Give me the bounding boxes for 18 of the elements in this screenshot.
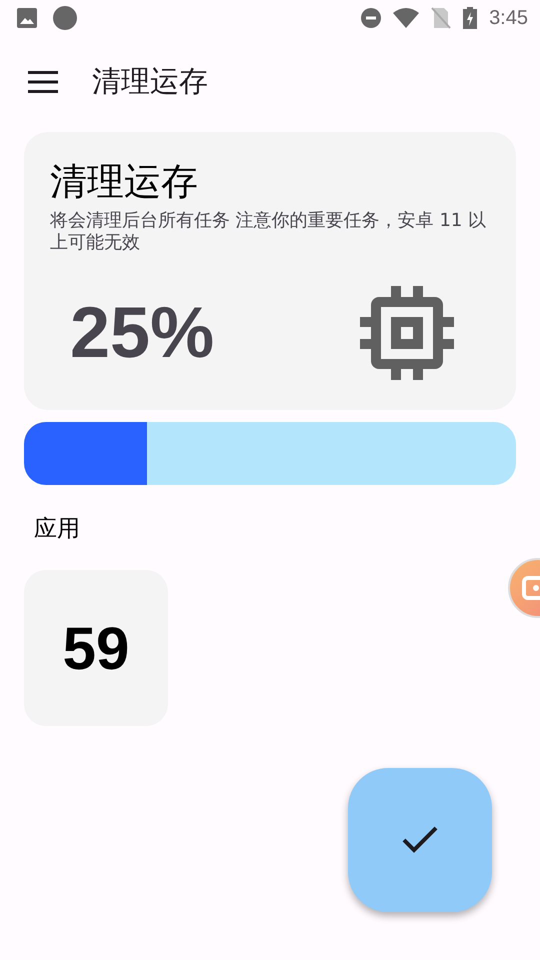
check-icon xyxy=(401,825,439,855)
floating-bubble-icon[interactable] xyxy=(508,558,540,618)
menu-icon[interactable] xyxy=(28,71,58,93)
circle-icon xyxy=(53,6,77,30)
chip-icon xyxy=(360,286,454,380)
no-sim-icon xyxy=(431,7,452,29)
card-description: 将会清理后台所有任务 注意你的重要任务，安卓 11 以上可能无效 xyxy=(50,210,488,254)
battery-charging-icon xyxy=(463,7,478,29)
section-label: 应用 xyxy=(34,515,81,544)
do-not-disturb-icon xyxy=(361,8,382,28)
memory-percent: 25% xyxy=(70,292,214,374)
app-count: 59 xyxy=(62,614,130,682)
clock-time: 3:45 xyxy=(489,6,528,30)
image-icon xyxy=(17,8,37,28)
confirm-button[interactable] xyxy=(348,768,492,912)
card-title: 清理运存 xyxy=(50,159,199,205)
app-title: 清理运存 xyxy=(92,63,208,100)
wifi-icon xyxy=(393,8,420,28)
